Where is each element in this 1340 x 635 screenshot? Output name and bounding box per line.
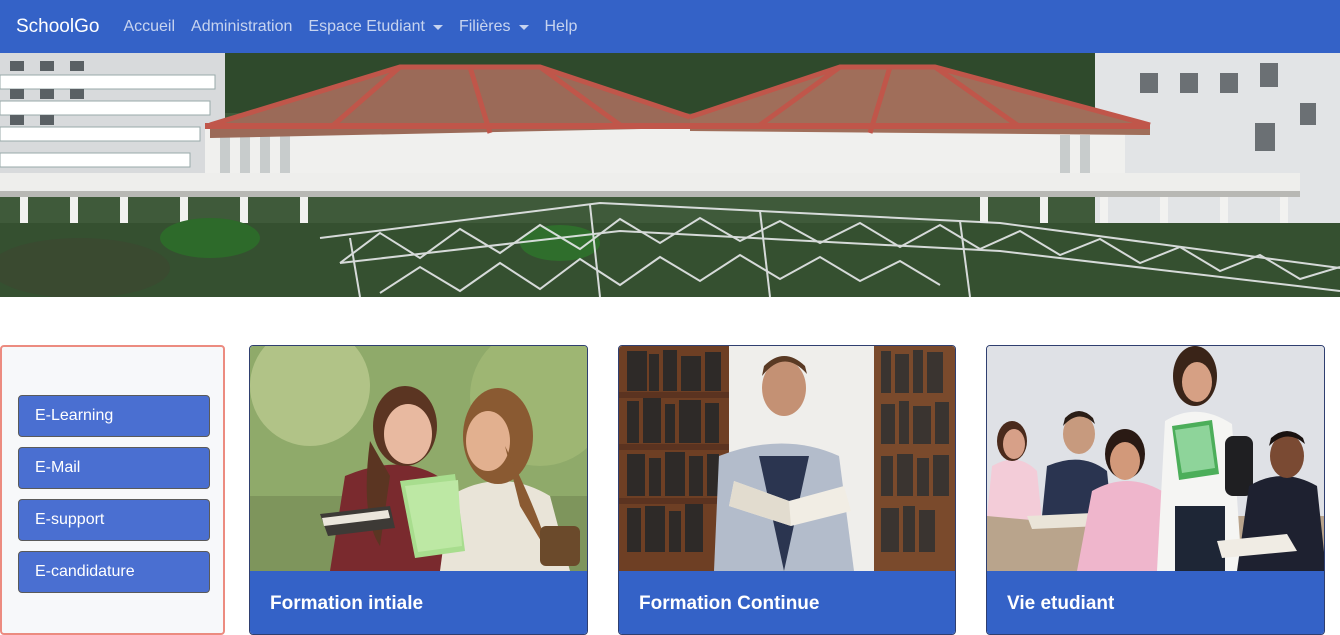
nav-filieres-label: Filières [458,17,511,35]
brand-logo[interactable]: SchoolGo [16,16,99,38]
nav-help[interactable]: Help [545,18,578,36]
classroom-students-image [987,346,1324,571]
e-candidature-label: E-candidature [35,563,135,580]
card-vie-etudiant[interactable]: Vie etudiant [986,345,1325,635]
chevron-down-icon [432,24,443,30]
nav-espace-etudiant-dropdown[interactable]: Espace Etudiant [308,18,443,36]
card-formation-continue[interactable]: Formation Continue [618,345,956,635]
nav-accueil[interactable]: Accueil [123,18,175,36]
card-formation-initiale-body: Formation intiale [250,571,587,634]
nav-accueil-label: Accueil [123,17,176,35]
card-formation-continue-title[interactable]: Formation Continue [639,593,819,615]
e-mail-button[interactable]: E-Mail [18,447,210,489]
student-reading-image [619,346,955,571]
nav-espace-etudiant-label: Espace Etudiant [308,17,425,35]
campus-building-illustration [0,53,1340,297]
card-formation-continue-body: Formation Continue [619,571,955,634]
e-learning-label: E-Learning [35,407,114,424]
students-talking-image [250,346,587,571]
nav-administration-label: Administration [191,17,293,35]
quick-links-panel: E-Learning E-Mail E-support E-candidatur… [0,345,225,635]
hero-campus-image [0,53,1340,297]
e-support-label: E-support [35,511,105,528]
card-vie-etudiant-title[interactable]: Vie etudiant [1007,593,1114,615]
card-formation-initiale-title[interactable]: Formation intiale [270,593,423,615]
card-formation-initiale[interactable]: Formation intiale [249,345,588,635]
e-learning-button[interactable]: E-Learning [18,395,210,437]
e-candidature-button[interactable]: E-candidature [18,551,210,593]
nav-administration[interactable]: Administration [191,18,292,36]
card-vie-etudiant-body: Vie etudiant [987,571,1324,634]
nav-help-label: Help [544,17,578,35]
e-support-button[interactable]: E-support [18,499,210,541]
top-navbar: SchoolGo Accueil Administration Espace E… [0,0,1340,53]
chevron-down-icon [518,24,529,30]
e-mail-label: E-Mail [35,459,81,476]
nav-filieres-dropdown[interactable]: Filières [459,18,529,36]
